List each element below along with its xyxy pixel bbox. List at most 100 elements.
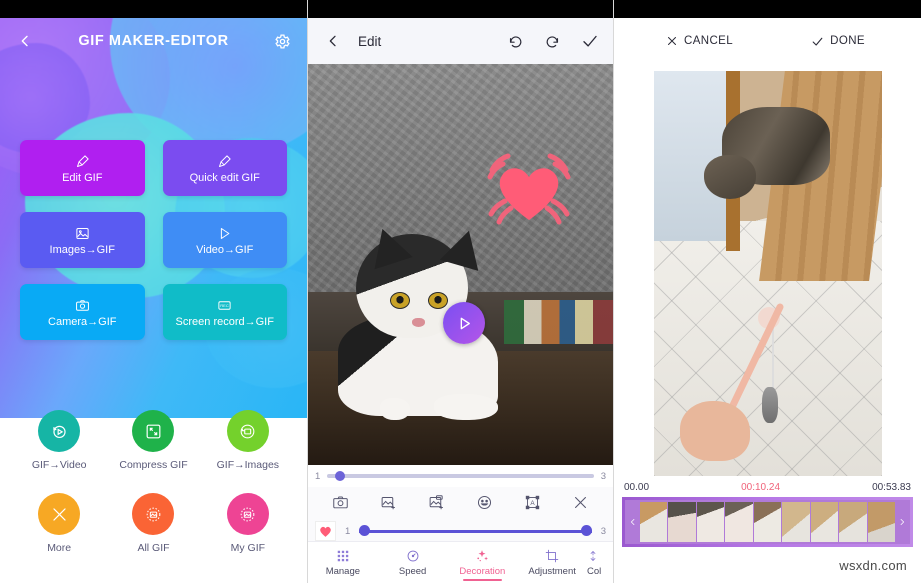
svg-text:A: A xyxy=(531,499,536,506)
done-button[interactable]: DONE xyxy=(811,35,865,48)
heart-thumbnail[interactable] xyxy=(315,521,336,541)
tile-images-to-gif[interactable]: Images→GIF xyxy=(20,212,145,268)
panel-gif-maker-home: GIF MAKER-EDITOR Edit GIF Quick edit GIF… xyxy=(0,0,307,583)
cat-ear xyxy=(439,225,489,271)
nav-label: Decoration xyxy=(459,565,506,577)
page-title: GIF MAKER-EDITOR xyxy=(78,33,229,49)
tile-quick-edit-gif[interactable]: Quick edit GIF xyxy=(162,140,287,196)
video-preview[interactable] xyxy=(653,71,882,476)
range-track[interactable] xyxy=(359,525,592,536)
camera-icon xyxy=(75,296,90,314)
svg-text:REC: REC xyxy=(220,303,229,308)
gear-icon[interactable] xyxy=(271,30,293,52)
back-icon[interactable] xyxy=(14,30,36,52)
preview-cat-head xyxy=(703,155,756,199)
timeline-frames[interactable] xyxy=(640,502,895,542)
timeline-frame[interactable] xyxy=(782,502,810,542)
timeline-frame[interactable] xyxy=(640,502,668,542)
editor-canvas[interactable] xyxy=(308,64,613,465)
shortcut-gif-to-video[interactable]: GIF→Video xyxy=(12,410,106,471)
play-overlay-button[interactable] xyxy=(443,302,485,344)
shortcut-my-gif[interactable]: My GIF xyxy=(201,493,295,554)
shortcut-label: GIF→Images xyxy=(216,459,280,471)
trim-handle-left[interactable] xyxy=(627,502,639,542)
panel-video-trim: CANCEL DONE 00.00 00:10.24 00:53.83 wsxd… xyxy=(614,0,921,583)
range-knob-start[interactable] xyxy=(359,525,371,536)
tile-label: Images→GIF xyxy=(49,244,115,256)
nav-label: Manage xyxy=(325,565,361,577)
nav-speed[interactable]: Speed xyxy=(378,542,448,583)
brush-icon xyxy=(217,152,232,170)
compress-icon xyxy=(132,410,175,452)
image-refresh-icon xyxy=(226,410,269,452)
timeline-frame[interactable] xyxy=(839,502,867,542)
check-icon[interactable] xyxy=(581,32,599,50)
add-image-icon[interactable] xyxy=(380,494,397,511)
timeline-frame[interactable] xyxy=(753,502,782,542)
range-knob-end[interactable] xyxy=(580,525,592,536)
close-icon[interactable] xyxy=(572,494,589,511)
nav-color[interactable]: Col xyxy=(587,542,613,583)
done-label: DONE xyxy=(830,35,865,47)
cat-paw xyxy=(434,394,498,420)
frame-position-slider[interactable]: 1 3 xyxy=(308,465,613,487)
undo-icon[interactable] xyxy=(507,33,524,50)
nav-manage[interactable]: Manage xyxy=(308,542,378,583)
slider-track[interactable] xyxy=(327,471,594,481)
tile-edit-gif[interactable]: Edit GIF xyxy=(20,140,145,196)
cancel-button[interactable]: CANCEL xyxy=(666,35,733,47)
redo-icon[interactable] xyxy=(544,33,561,50)
cat-eye xyxy=(390,292,410,309)
shortcut-compress-gif[interactable]: Compress GIF xyxy=(106,410,200,471)
tile-camera-to-gif[interactable]: Camera→GIF xyxy=(20,284,145,340)
trim-time-row: 00.00 00:10.24 00:53.83 xyxy=(614,476,921,497)
home-action-tiles: Edit GIF Quick edit GIF Images→GIF Video… xyxy=(0,140,307,340)
nav-decoration[interactable]: Decoration xyxy=(448,542,518,583)
range-max-label: 3 xyxy=(600,525,606,537)
tile-screen-record-to-gif[interactable]: REC Screen record→GIF xyxy=(162,284,287,340)
trim-timeline[interactable] xyxy=(622,497,913,547)
tile-label: Camera→GIF xyxy=(48,316,117,328)
start-time: 00.00 xyxy=(624,482,650,493)
editor-top-bar: Edit xyxy=(308,18,613,64)
heart-sticker[interactable] xyxy=(481,146,577,228)
editor-actions xyxy=(507,32,599,50)
timeline-frame[interactable] xyxy=(668,502,696,542)
shortcut-label: GIF→Video xyxy=(31,459,87,471)
tile-video-to-gif[interactable]: Video→GIF xyxy=(162,212,287,268)
camera-icon[interactable] xyxy=(332,494,349,511)
decoration-tool-row: A xyxy=(308,487,613,517)
trim-handle-right[interactable] xyxy=(896,502,908,542)
shortcut-label: My GIF xyxy=(230,542,266,554)
timeline-frame[interactable] xyxy=(725,502,753,542)
slider-min-label: 1 xyxy=(315,470,321,482)
shortcut-label: Compress GIF xyxy=(119,459,188,471)
gallery-icon xyxy=(226,493,269,535)
shortcut-gif-to-images[interactable]: GIF→Images xyxy=(201,410,295,471)
gallery-icon xyxy=(132,493,175,535)
nav-label: Col xyxy=(587,565,602,577)
timeline-frame[interactable] xyxy=(867,502,895,542)
three-panel-screenshot: GIF MAKER-EDITOR Edit GIF Quick edit GIF… xyxy=(0,0,921,583)
home-top-bar: GIF MAKER-EDITOR xyxy=(0,18,307,64)
emoji-icon[interactable] xyxy=(476,494,493,511)
back-icon[interactable] xyxy=(322,30,344,52)
nav-adjustment[interactable]: Adjustment xyxy=(517,542,587,583)
home-circle-shortcuts: GIF→Video Compress GIF GIF→Images More A… xyxy=(0,410,307,554)
shortcut-all-gif[interactable]: All GIF xyxy=(106,493,200,554)
cat-eye xyxy=(428,292,448,309)
slider-knob[interactable] xyxy=(335,471,346,481)
canvas-books xyxy=(504,300,613,344)
play-icon xyxy=(217,224,232,242)
page-title: Edit xyxy=(358,33,382,49)
text-box-icon[interactable]: A xyxy=(524,494,541,511)
timeline-frame[interactable] xyxy=(810,502,839,542)
timeline-frame[interactable] xyxy=(696,502,725,542)
tools-icon xyxy=(38,493,81,535)
cat-paw xyxy=(380,398,410,420)
nav-label: Adjustment xyxy=(528,565,576,577)
shortcut-more[interactable]: More xyxy=(12,493,106,554)
cat-nose xyxy=(412,318,425,327)
add-gif-icon[interactable] xyxy=(428,494,445,511)
canvas-cat xyxy=(338,216,513,420)
